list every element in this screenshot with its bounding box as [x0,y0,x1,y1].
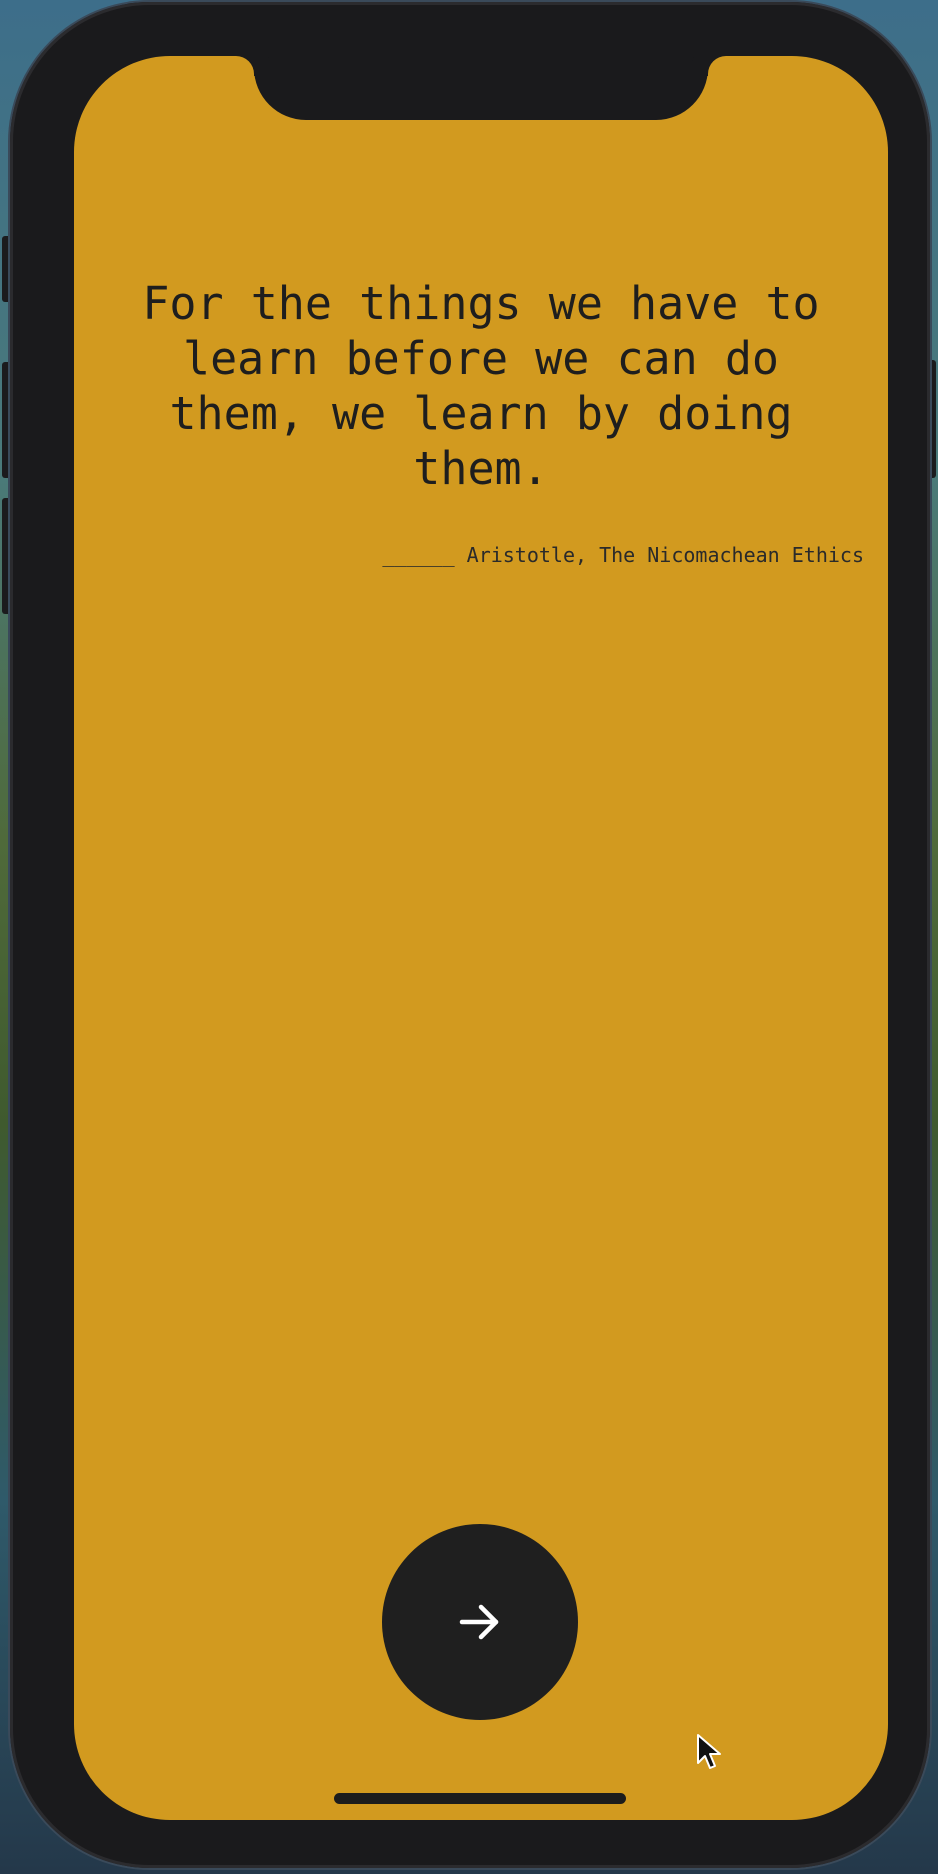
mouse-cursor-icon [697,1734,721,1769]
app-screen: For the things we have to learn before w… [74,56,888,1820]
phone-frame: For the things we have to learn before w… [10,2,930,1868]
home-indicator[interactable] [334,1793,626,1804]
notch [254,56,708,120]
quote-text: For the things we have to learn before w… [142,277,820,495]
next-button[interactable] [382,1524,578,1720]
arrow-right-icon [459,1604,499,1640]
quote-attribution: ______ Aristotle, The Nicomachean Ethics [382,543,864,567]
